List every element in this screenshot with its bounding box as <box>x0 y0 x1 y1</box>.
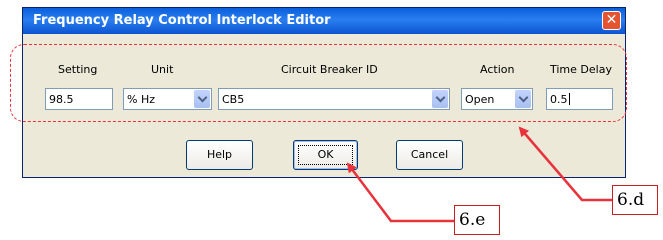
callout-6d: 6.d <box>612 185 658 215</box>
arrow-6e <box>346 162 454 223</box>
callout-6e: 6.e <box>454 205 500 235</box>
arrow-6d <box>518 126 612 202</box>
annotation-arrows <box>346 126 612 223</box>
